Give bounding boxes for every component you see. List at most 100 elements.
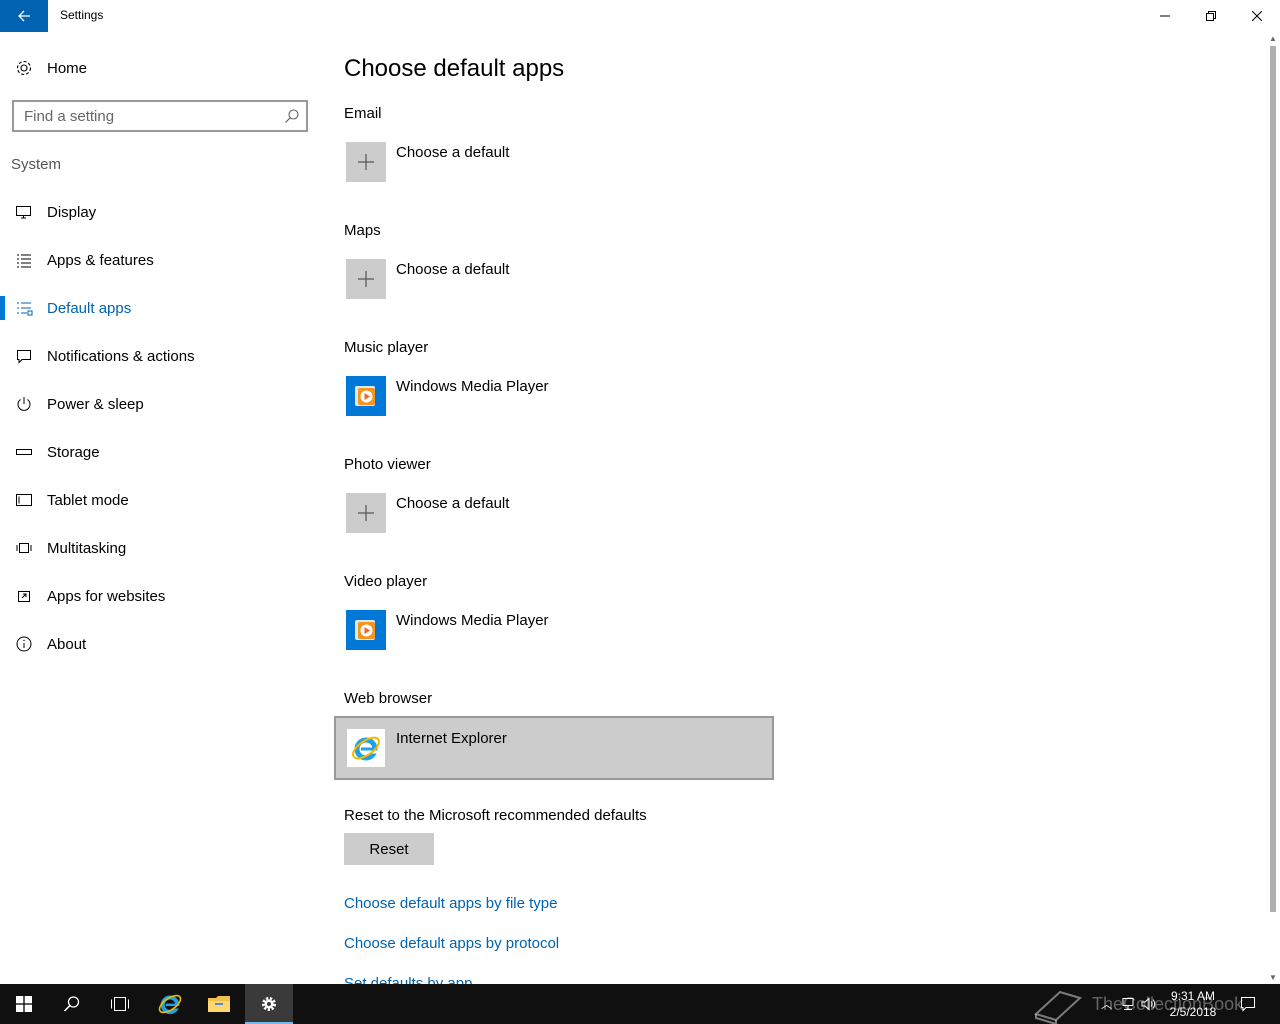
- task-view-icon: [111, 997, 129, 1011]
- taskbar-file-explorer[interactable]: [195, 984, 243, 1024]
- storage-icon: [14, 442, 34, 462]
- selection-indicator: [0, 296, 5, 320]
- sidebar-item-label: Apps for websites: [47, 587, 166, 605]
- clock-time: 9:31 AM: [1170, 989, 1216, 1003]
- sidebar-item-apps-for-websites[interactable]: Apps for websites: [0, 572, 320, 620]
- windows-logo-icon: [16, 996, 32, 1012]
- plus-icon: [346, 493, 386, 533]
- taskbar-settings[interactable]: [245, 984, 293, 1024]
- title-bar: Settings: [0, 0, 1280, 32]
- action-center-icon[interactable]: [1240, 996, 1256, 1017]
- section-label-system: System: [11, 156, 62, 173]
- reset-label: Reset to the Microsoft recommended defau…: [344, 807, 647, 824]
- sidebar: Home System Display Apps & features Defa…: [0, 32, 320, 984]
- sidebar-item-home[interactable]: Home: [0, 44, 320, 92]
- taskbar-search-button[interactable]: [48, 984, 96, 1024]
- app-name: Windows Media Player: [396, 378, 549, 395]
- app-name: Choose a default: [396, 495, 510, 512]
- restore-icon: [1206, 11, 1216, 21]
- sidebar-item-label: Notifications & actions: [47, 347, 195, 365]
- category-label-email: Email: [344, 105, 382, 122]
- default-app-music-player[interactable]: Windows Media Player: [344, 376, 774, 420]
- message-icon: [14, 346, 34, 366]
- sidebar-item-label: Default apps: [47, 299, 132, 317]
- reset-button[interactable]: Reset: [344, 833, 434, 865]
- gear-icon: [14, 58, 34, 78]
- app-name: Windows Media Player: [396, 612, 549, 629]
- info-icon: [14, 634, 34, 654]
- window-title: Settings: [60, 8, 104, 22]
- scroll-up-icon[interactable]: ▲: [1269, 34, 1277, 43]
- sidebar-item-storage[interactable]: Storage: [0, 428, 320, 476]
- search-icon: [63, 996, 80, 1012]
- link-default-apps-by-file-type[interactable]: Choose default apps by file type: [344, 895, 557, 912]
- sidebar-item-apps-features[interactable]: Apps & features: [0, 236, 320, 284]
- multitasking-icon: [14, 538, 34, 558]
- default-app-maps[interactable]: Choose a default: [344, 259, 774, 303]
- scroll-down-icon[interactable]: ▼: [1269, 973, 1277, 982]
- volume-icon[interactable]: [1140, 996, 1158, 1017]
- close-icon: [1252, 11, 1262, 21]
- internet-explorer-icon: [158, 994, 182, 1015]
- app-name: Internet Explorer: [396, 730, 507, 747]
- search-box[interactable]: [12, 100, 308, 132]
- page-title: Choose default apps: [344, 55, 565, 82]
- plus-icon: [346, 142, 386, 182]
- category-label-photo-viewer: Photo viewer: [344, 456, 431, 473]
- task-view-button[interactable]: [96, 984, 144, 1024]
- chevron-up-icon[interactable]: ︿: [1101, 996, 1112, 1012]
- default-app-web-browser[interactable]: Internet Explorer: [334, 716, 774, 780]
- sidebar-item-label: Storage: [47, 443, 100, 461]
- back-button[interactable]: [0, 0, 48, 32]
- category-label-web-browser: Web browser: [344, 690, 433, 707]
- sidebar-item-label: Power & sleep: [47, 395, 144, 413]
- network-icon[interactable]: [1120, 996, 1136, 1017]
- sidebar-item-display[interactable]: Display: [0, 188, 320, 236]
- sidebar-item-label: Tablet mode: [47, 491, 129, 509]
- gear-icon: [262, 997, 276, 1011]
- monitor-icon: [14, 202, 34, 222]
- minimize-icon: [1160, 15, 1170, 17]
- scrollbar[interactable]: ▲ ▼: [1266, 32, 1280, 984]
- app-name: Choose a default: [396, 144, 510, 161]
- sidebar-item-notifications[interactable]: Notifications & actions: [0, 332, 320, 380]
- start-button[interactable]: [0, 984, 48, 1024]
- restore-button[interactable]: [1188, 0, 1234, 32]
- category-label-maps: Maps: [344, 222, 381, 239]
- taskbar-internet-explorer[interactable]: [146, 984, 194, 1024]
- sidebar-item-label: Apps & features: [47, 251, 154, 269]
- scroll-thumb[interactable]: [1270, 46, 1276, 912]
- default-app-email[interactable]: Choose a default: [344, 142, 774, 186]
- power-icon: [14, 394, 34, 414]
- minimize-button[interactable]: [1142, 0, 1188, 32]
- link-default-apps-by-protocol[interactable]: Choose default apps by protocol: [344, 935, 559, 952]
- clock[interactable]: 9:31 AM 2/5/2018: [1158, 988, 1228, 1020]
- list-icon: [14, 250, 34, 270]
- sidebar-item-label: Multitasking: [47, 539, 127, 557]
- sidebar-item-about[interactable]: About: [0, 620, 320, 668]
- default-app-video-player[interactable]: Windows Media Player: [344, 610, 774, 654]
- sidebar-home-label: Home: [47, 59, 88, 77]
- sidebar-item-tablet-mode[interactable]: Tablet mode: [0, 476, 320, 524]
- back-arrow-icon: [18, 10, 30, 22]
- search-icon[interactable]: [284, 108, 300, 124]
- windows-media-player-icon: [346, 610, 386, 650]
- sidebar-item-default-apps[interactable]: Default apps: [0, 284, 320, 332]
- default-app-photo-viewer[interactable]: Choose a default: [344, 493, 774, 537]
- sidebar-item-multitasking[interactable]: Multitasking: [0, 524, 320, 572]
- category-label-music-player: Music player: [344, 339, 429, 356]
- sidebar-item-power-sleep[interactable]: Power & sleep: [0, 380, 320, 428]
- clock-date: 2/5/2018: [1169, 1005, 1217, 1019]
- category-label-video-player: Video player: [344, 573, 428, 590]
- app-name: Choose a default: [396, 261, 510, 278]
- taskbar: TheCollectionBook ︿ 9:31 AM 2/5/2018: [0, 984, 1280, 1024]
- close-button[interactable]: [1234, 0, 1280, 32]
- open-in-app-icon: [14, 586, 34, 606]
- search-input[interactable]: [24, 106, 274, 126]
- sidebar-item-label: About: [47, 635, 87, 653]
- internet-explorer-icon: [346, 728, 386, 768]
- windows-media-player-icon: [346, 376, 386, 416]
- default-apps-icon: [14, 298, 34, 318]
- plus-icon: [346, 259, 386, 299]
- folder-icon: [208, 996, 230, 1012]
